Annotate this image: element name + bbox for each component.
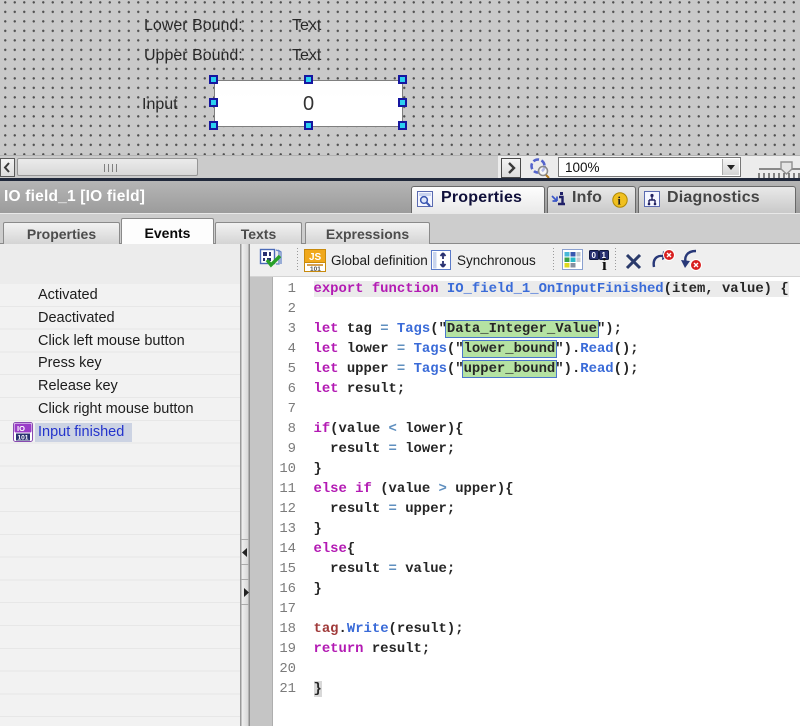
svg-text:IO: IO — [17, 424, 25, 433]
svg-text:i: i — [602, 255, 607, 272]
svg-text:JS: JS — [309, 252, 322, 263]
svg-text:101: 101 — [18, 435, 29, 442]
svg-text:0: 0 — [592, 251, 597, 260]
svg-text:101: 101 — [310, 266, 321, 272]
